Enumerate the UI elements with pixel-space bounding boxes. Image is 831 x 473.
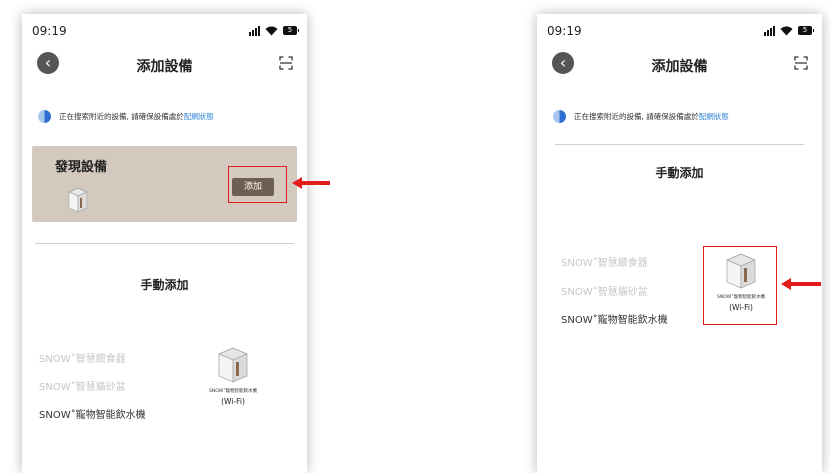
search-status-text: 正在搜索附近的設備, 請確保設備處於 bbox=[574, 112, 699, 121]
category-item-feeder[interactable]: SNOW˚智慧餵食器 bbox=[39, 350, 126, 365]
top-bar: ‹ 添加設備 bbox=[537, 52, 822, 78]
loading-spinner-icon bbox=[553, 110, 566, 123]
category-item-litter-box[interactable]: SNOW˚智慧貓砂盆 bbox=[561, 283, 648, 298]
section-divider bbox=[555, 144, 804, 145]
water-fountain-device-icon bbox=[217, 347, 249, 383]
highlight-box-device-card bbox=[703, 246, 777, 325]
search-status: 正在搜索附近的設備, 請確保設備處於 配網狀態 bbox=[553, 110, 814, 123]
pointer-arrow-icon bbox=[781, 278, 821, 290]
scan-icon[interactable] bbox=[279, 56, 293, 70]
wifi-icon bbox=[265, 26, 278, 35]
network-mode-link[interactable]: 配網狀態 bbox=[184, 111, 214, 122]
phone-screen-manual-add: 09:19 5 ‹ 添加設備 正在搜索附近的設備, 請確保設備處於 配網狀態 手動… bbox=[537, 14, 822, 473]
category-item-water-fountain[interactable]: SNOW˚寵物智能飲水機 bbox=[561, 311, 668, 326]
top-bar: ‹ 添加設備 bbox=[22, 52, 307, 78]
highlight-box-add-button bbox=[228, 166, 287, 203]
search-status: 正在搜索附近的設備, 請確保設備處於 配網狀態 bbox=[38, 110, 299, 123]
page-title: 添加設備 bbox=[651, 59, 708, 75]
manual-add-title: 手動添加 bbox=[140, 278, 189, 292]
page-title: 添加設備 bbox=[136, 59, 193, 75]
battery-icon: 5 bbox=[798, 26, 814, 35]
network-mode-link[interactable]: 配網狀態 bbox=[699, 111, 729, 122]
battery-icon: 5 bbox=[283, 26, 299, 35]
category-item-feeder[interactable]: SNOW˚智慧餵食器 bbox=[561, 254, 648, 269]
search-status-text: 正在搜索附近的設備, 請確保設備處於 bbox=[59, 112, 184, 121]
device-connection-type: (Wi-Fi) bbox=[221, 397, 245, 406]
manual-add-title: 手動添加 bbox=[655, 166, 704, 180]
status-time: 09:19 bbox=[32, 24, 67, 38]
cellular-signal-icon bbox=[249, 25, 260, 36]
scan-icon[interactable] bbox=[794, 56, 808, 70]
status-bar: 09:19 5 bbox=[547, 24, 814, 40]
wifi-icon bbox=[780, 26, 793, 35]
phone-screen-found-device: 09:19 5 ‹ 添加設備 正在搜索附近的設備, 請確保設備處於 配網狀態 發現… bbox=[22, 14, 307, 473]
status-time: 09:19 bbox=[547, 24, 582, 38]
cellular-signal-icon bbox=[764, 25, 775, 36]
found-device-title: 發現設備 bbox=[55, 160, 108, 175]
device-name: SNOW˚寵物智能飲水機 bbox=[209, 389, 257, 394]
category-item-water-fountain[interactable]: SNOW˚寵物智能飲水機 bbox=[39, 406, 146, 421]
status-bar: 09:19 5 bbox=[32, 24, 299, 40]
water-fountain-device-icon bbox=[68, 187, 88, 213]
section-divider bbox=[35, 243, 294, 244]
category-item-litter-box[interactable]: SNOW˚智慧貓砂盆 bbox=[39, 378, 126, 393]
pointer-arrow-icon bbox=[292, 177, 330, 189]
loading-spinner-icon bbox=[38, 110, 51, 123]
device-card-water-fountain[interactable]: SNOW˚寵物智能飲水機 (Wi-Fi) bbox=[192, 346, 274, 406]
